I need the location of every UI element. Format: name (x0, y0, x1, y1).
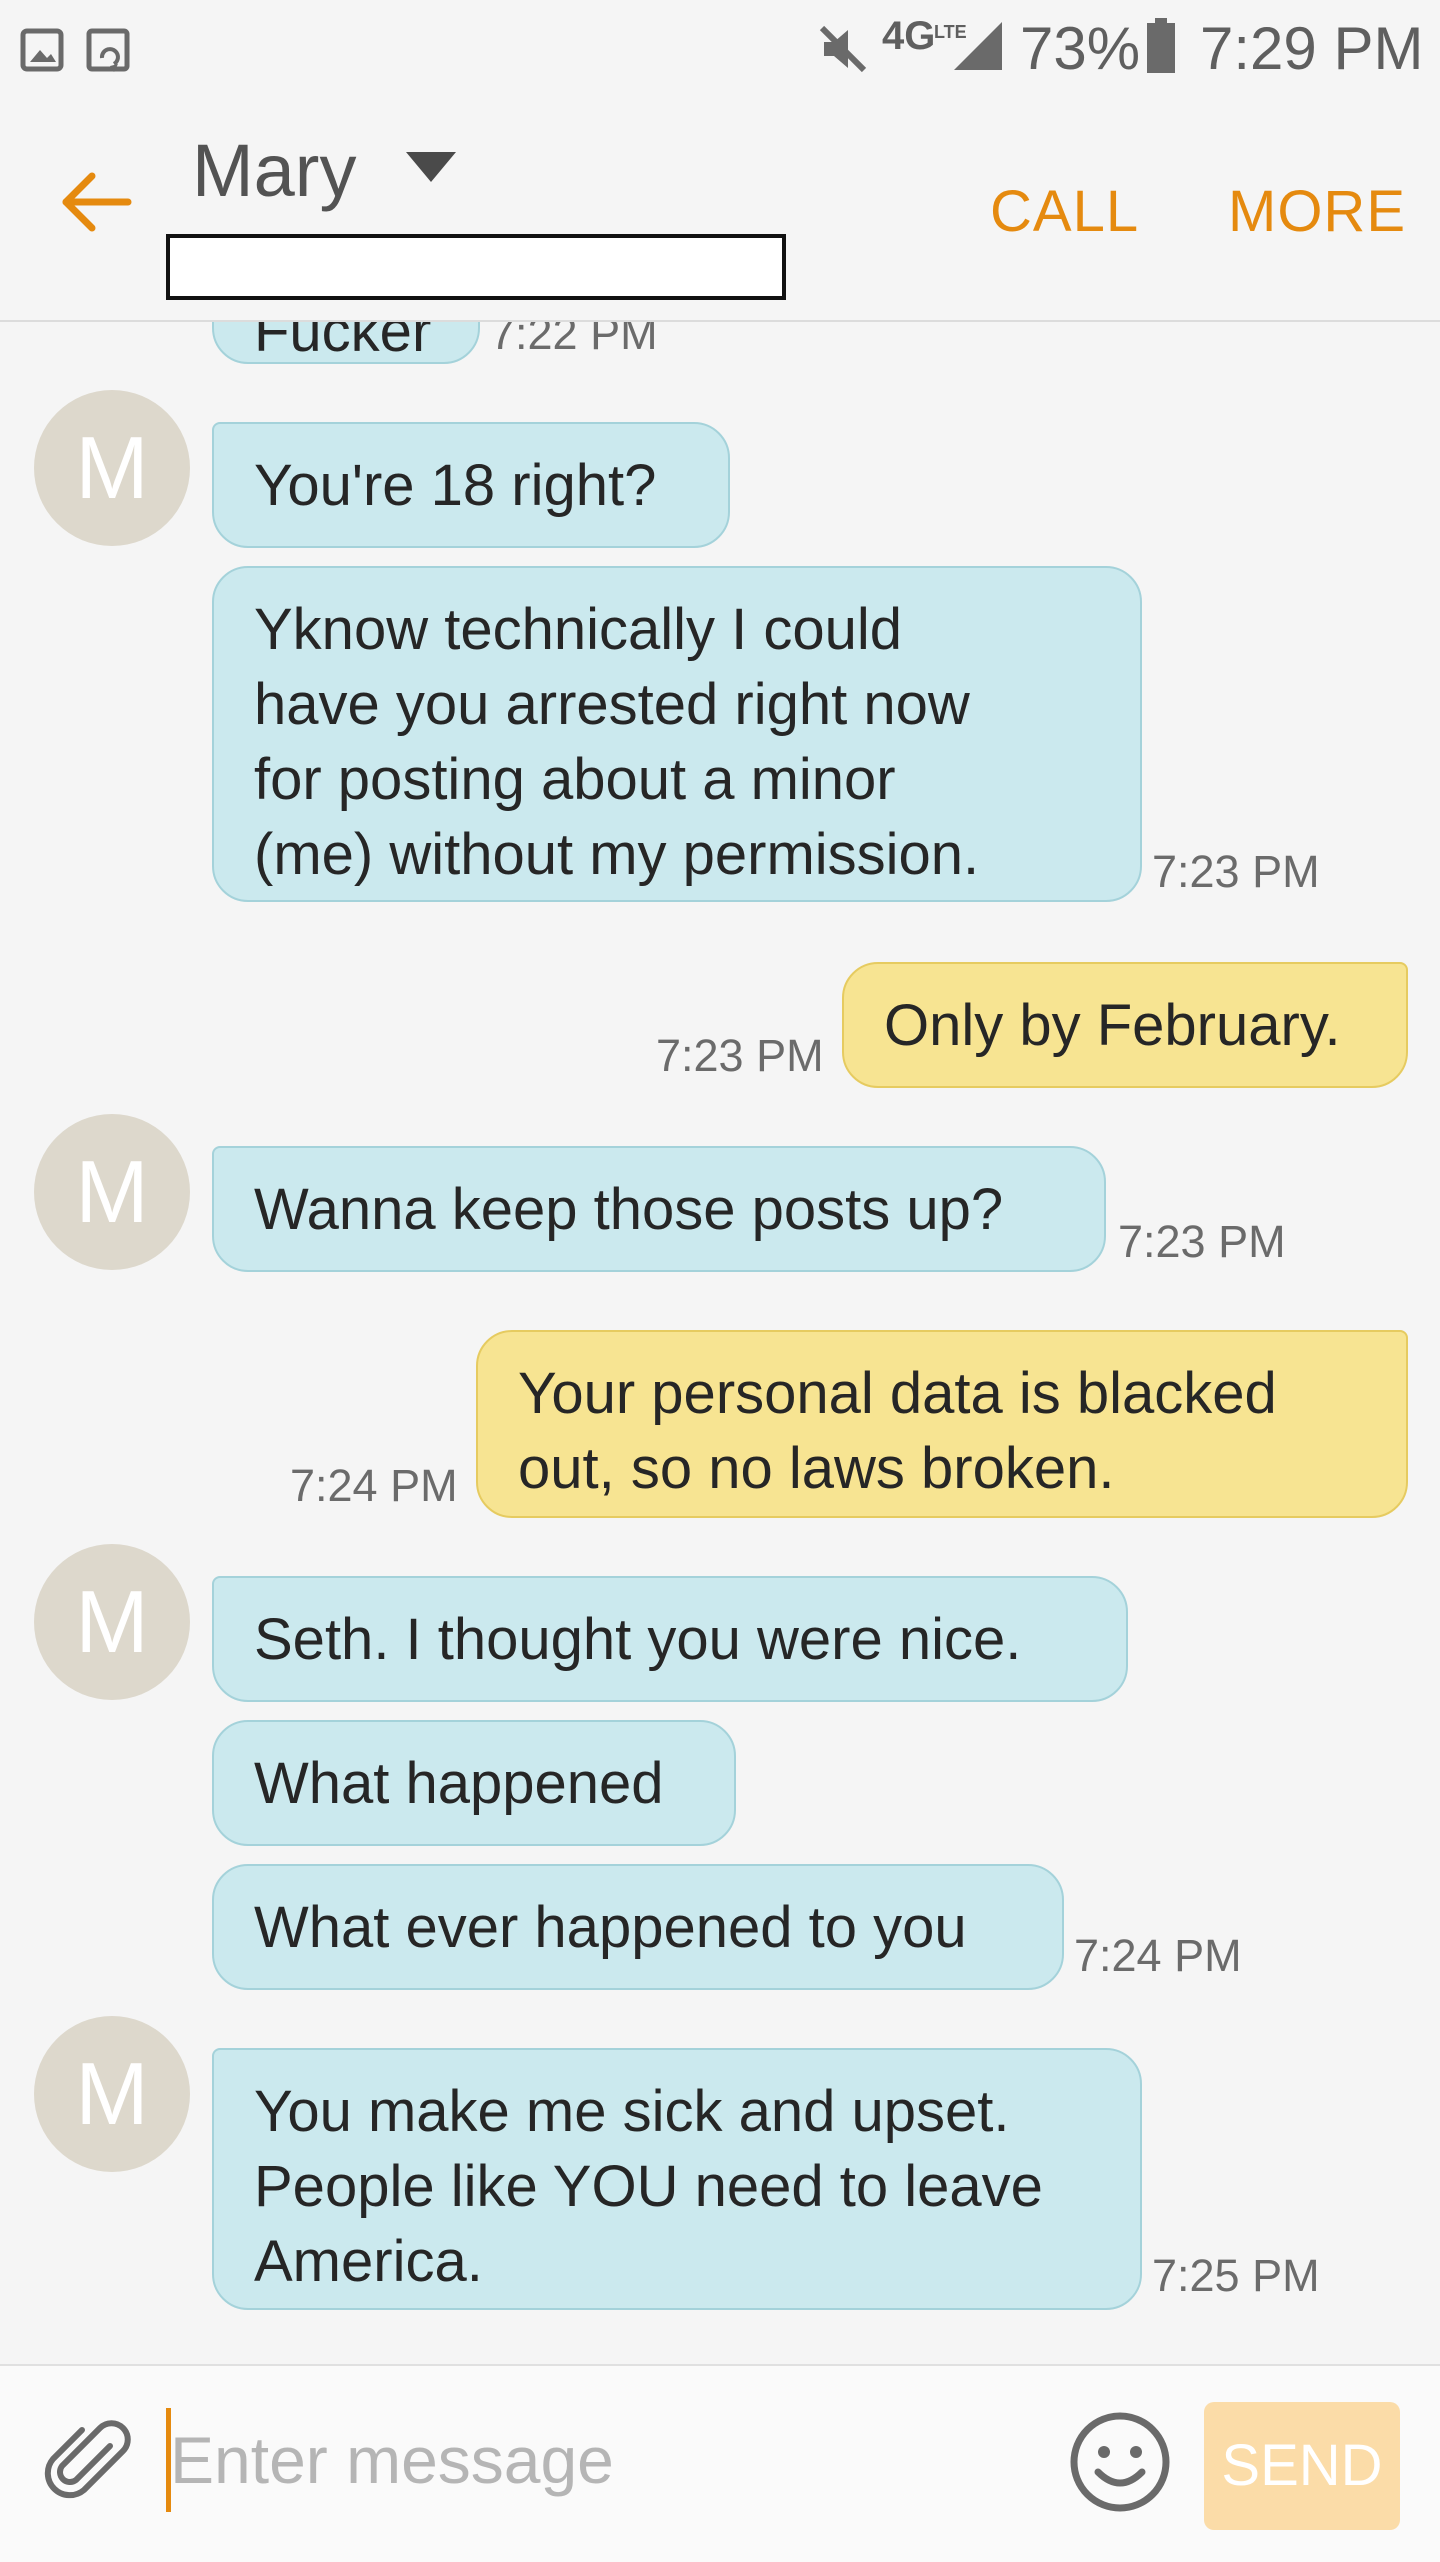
message-bubble[interactable]: Seth. I thought you were nice. (212, 1576, 1128, 1702)
message-text: What ever happened to you (254, 1895, 967, 1960)
attach-icon[interactable] (44, 2416, 140, 2512)
message-bubble[interactable]: Wanna keep those posts up? (212, 1146, 1106, 1272)
battery-icon (1147, 18, 1175, 73)
message-text: You're 18 right? (254, 453, 657, 518)
gallery-notification-icon (20, 28, 64, 72)
message-text: Only by February. (884, 993, 1341, 1058)
message-timestamp: 7:25 PM (1152, 2250, 1320, 2301)
message-bubble[interactable]: You make me sick and upset. People like … (212, 2048, 1142, 2310)
avatar[interactable]: M (34, 1544, 190, 1700)
message-text: Wanna keep those posts up? (254, 1177, 1004, 1242)
message-bubble[interactable]: What ever happened to you (212, 1864, 1064, 1990)
contact-name[interactable]: Mary (192, 128, 356, 213)
message-text: Seth. I thought you were nice. (254, 1607, 1022, 1672)
message-text: Yknow technically I could have you arres… (254, 597, 980, 887)
message-timestamp: 7:23 PM (1152, 846, 1320, 897)
message-timestamp: 7:24 PM (1074, 1930, 1242, 1981)
avatar[interactable]: M (34, 2016, 190, 2172)
message-bubble[interactable]: Your personal data is blacked out, so no… (476, 1330, 1408, 1518)
more-button[interactable]: MORE (1228, 178, 1406, 245)
avatar[interactable]: M (34, 390, 190, 546)
screen-rotation-icon (86, 28, 130, 72)
dropdown-arrow-icon[interactable] (406, 152, 456, 182)
message-timestamp: 7:24 PM (290, 1460, 458, 1511)
network-type: 4G (882, 14, 936, 58)
message-bubble[interactable]: Fucker (212, 322, 480, 364)
battery-percent: 73% (1020, 15, 1141, 82)
message-timestamp: 7:23 PM (1118, 1216, 1286, 1267)
message-text: Your personal data is blacked out, so no… (518, 1361, 1277, 1501)
message-text: Fucker (254, 322, 432, 364)
avatar[interactable]: M (34, 1114, 190, 1270)
message-bubble[interactable]: Only by February. (842, 962, 1408, 1088)
back-arrow-icon[interactable] (56, 162, 136, 242)
status-bar: 4G LTE 73% 7:29 PM (0, 0, 1440, 100)
mute-icon (819, 25, 867, 73)
message-list[interactable]: Fucker 7:22 PM M You're 18 right? Yknow … (0, 322, 1440, 2364)
call-button[interactable]: CALL (990, 178, 1139, 245)
message-timestamp: 7:23 PM (656, 1030, 824, 1081)
message-text: You make me sick and upset. People like … (254, 2079, 1043, 2294)
redacted-phone-number (166, 234, 786, 300)
send-button[interactable]: SEND (1204, 2402, 1400, 2530)
message-bubble[interactable]: Yknow technically I could have you arres… (212, 566, 1142, 902)
conversation-header: Mary CALL MORE (0, 100, 1440, 322)
clock: 7:29 PM (1200, 15, 1424, 82)
message-bubble[interactable]: You're 18 right? (212, 422, 730, 548)
message-composer: SEND (0, 2364, 1440, 2562)
message-bubble[interactable]: What happened (212, 1720, 736, 1846)
message-text: What happened (254, 1751, 664, 1816)
emoji-icon[interactable] (1068, 2410, 1172, 2514)
message-input[interactable] (170, 2408, 1020, 2512)
message-timestamp: 7:22 PM (490, 322, 658, 359)
signal-icon (954, 22, 1002, 70)
